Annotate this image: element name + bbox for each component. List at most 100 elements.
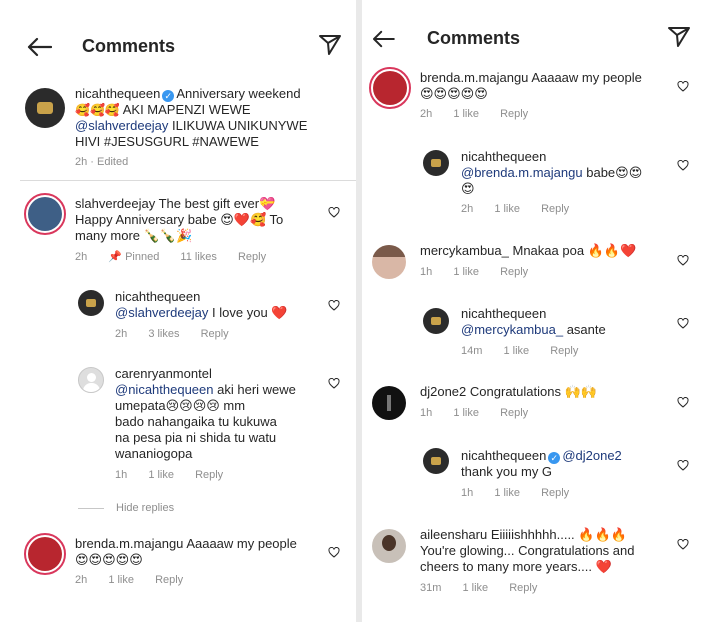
likes-count[interactable]: 1 like	[462, 581, 488, 595]
caption-meta: 2h · Edited	[75, 156, 129, 168]
avatar[interactable]	[24, 193, 66, 235]
heart-outline-icon[interactable]	[677, 81, 689, 92]
reply-button[interactable]: Reply	[541, 486, 569, 500]
comment-username[interactable]: brenda.m.majangu	[75, 536, 183, 551]
comment-meta: 14m 1 like Reply	[461, 344, 579, 358]
likes-count[interactable]: 1 like	[494, 202, 520, 216]
reply-button[interactable]: Reply	[201, 327, 229, 341]
avatar[interactable]	[423, 308, 449, 334]
comment-meta: 2h 1 like Reply	[420, 107, 529, 121]
avatar[interactable]	[423, 150, 449, 176]
header: Comments	[362, 0, 720, 70]
comment-text: brenda.m.majangu Aaaaaw my people 😍😍😍😍😍	[75, 536, 297, 567]
reply-button[interactable]: Reply	[500, 406, 528, 420]
comment-username[interactable]: carenryanmontel	[115, 366, 212, 381]
back-arrow-icon[interactable]	[370, 30, 396, 48]
avatar[interactable]	[372, 529, 406, 563]
heart-outline-icon[interactable]	[328, 378, 340, 389]
reply-button[interactable]: Reply	[541, 202, 569, 216]
comment-text: carenryanmontel @nicahthequeen aki heri …	[115, 366, 296, 461]
comment-meta: 1h 1 like Reply	[461, 486, 570, 500]
likes-count[interactable]: 11 likes	[180, 250, 216, 264]
verified-badge-icon: ✓	[548, 452, 561, 464]
comment-username[interactable]: dj2one2	[420, 384, 466, 399]
reply-button[interactable]: Reply	[195, 468, 223, 482]
heart-outline-icon[interactable]	[328, 547, 340, 558]
likes-count[interactable]: 1 like	[148, 468, 174, 482]
comment-username[interactable]: slahverdeejay	[75, 196, 155, 211]
mention[interactable]: @dj2one2	[562, 448, 621, 463]
hide-replies-button[interactable]: Hide replies	[116, 501, 174, 515]
page-title: Comments	[82, 36, 176, 56]
avatar[interactable]	[24, 533, 66, 575]
heart-outline-icon[interactable]	[328, 300, 340, 311]
likes-count[interactable]: 1 like	[503, 344, 529, 358]
heart-outline-icon[interactable]	[677, 460, 689, 471]
caption-username[interactable]: nicahthequeen	[75, 86, 160, 101]
mention[interactable]: @brenda.m.majangu	[461, 165, 583, 180]
comment-text: aileensharu Eiiiiishhhhh..... 🔥🔥🔥 You're…	[420, 527, 635, 574]
heart-outline-icon[interactable]	[677, 397, 689, 408]
hide-replies-line	[78, 508, 104, 509]
avatar[interactable]	[25, 88, 65, 128]
mention[interactable]: @slahverdeejay	[75, 118, 168, 133]
reply-button[interactable]: Reply	[550, 344, 578, 358]
avatar[interactable]	[372, 386, 406, 420]
mention[interactable]: @slahverdeejay	[115, 305, 208, 320]
pinned-label: 📌 Pinned	[108, 251, 160, 263]
comment-meta: 1h 1 like Reply	[115, 468, 224, 482]
comment-text: brenda.m.majangu Aaaaaw my people 😍😍😍😍😍	[420, 70, 642, 101]
verified-badge-icon: ✓	[162, 90, 175, 102]
mention[interactable]: @nicahthequeen	[115, 382, 214, 397]
comment-meta: 2h 3 likes Reply	[115, 327, 229, 341]
comment-username[interactable]: aileensharu	[420, 527, 487, 542]
left-comments-screen: Comments nicahthequeen ✓ Anniversary weeke…	[0, 0, 356, 622]
comment-meta: 1h 1 like Reply	[420, 406, 529, 420]
avatar[interactable]	[423, 448, 449, 474]
page-title: Comments	[427, 28, 521, 48]
mention[interactable]: @mercykambua_	[461, 322, 563, 337]
send-icon[interactable]	[318, 34, 342, 56]
comment-username[interactable]: nicahthequeen	[461, 448, 546, 463]
comment-text: mercykambua_ Mnakaa poa 🔥🔥❤️	[420, 243, 637, 258]
heart-outline-icon[interactable]	[677, 255, 689, 266]
right-comments-screen: Comments brenda.m.majangu Aaaaaw my peop…	[362, 0, 720, 622]
caption-text: nicahthequeen ✓ Anniversary weekend 🥰🥰🥰 AK…	[75, 86, 308, 149]
likes-count[interactable]: 1 like	[453, 265, 479, 279]
likes-count[interactable]: 3 likes	[148, 327, 179, 341]
reply-button[interactable]: Reply	[509, 581, 537, 595]
comment-text: nicahthequeen @brenda.m.majangu babe😍😍 😍	[461, 149, 643, 196]
likes-count[interactable]: 1 like	[453, 107, 479, 121]
likes-count[interactable]: 1 like	[494, 486, 520, 500]
send-icon[interactable]	[667, 26, 691, 48]
back-arrow-icon[interactable]	[26, 37, 52, 57]
comment-username[interactable]: brenda.m.majangu	[420, 70, 528, 85]
comment-text: nicahthequeen @mercykambua_ asante	[461, 306, 606, 337]
comment-meta: 1h 1 like Reply	[420, 265, 529, 279]
avatar[interactable]	[78, 290, 104, 316]
comment-text: dj2one2 Congratulations 🙌🙌	[420, 384, 597, 399]
avatar[interactable]	[78, 367, 104, 393]
reply-button[interactable]: Reply	[238, 250, 266, 264]
heart-outline-icon[interactable]	[328, 207, 340, 218]
comment-username[interactable]: nicahthequeen	[115, 289, 200, 304]
heart-outline-icon[interactable]	[677, 539, 689, 550]
comment-username[interactable]: nicahthequeen	[461, 149, 546, 164]
reply-button[interactable]: Reply	[500, 107, 528, 121]
heart-outline-icon[interactable]	[677, 318, 689, 329]
header: Comments	[0, 0, 356, 70]
reply-button[interactable]: Reply	[155, 573, 183, 587]
comment-meta: 2h 1 like Reply	[461, 202, 570, 216]
comment-meta: 31m 1 like Reply	[420, 581, 538, 595]
avatar[interactable]	[372, 245, 406, 279]
divider	[20, 180, 356, 181]
avatar[interactable]	[369, 67, 411, 109]
heart-outline-icon[interactable]	[677, 160, 689, 171]
comment-meta: 2h 📌 Pinned 11 likes Reply	[75, 250, 267, 264]
comment-meta: 2h 1 like Reply	[75, 573, 184, 587]
comment-username[interactable]: mercykambua_	[420, 243, 509, 258]
comment-username[interactable]: nicahthequeen	[461, 306, 546, 321]
likes-count[interactable]: 1 like	[453, 406, 479, 420]
likes-count[interactable]: 1 like	[108, 573, 134, 587]
reply-button[interactable]: Reply	[500, 265, 528, 279]
